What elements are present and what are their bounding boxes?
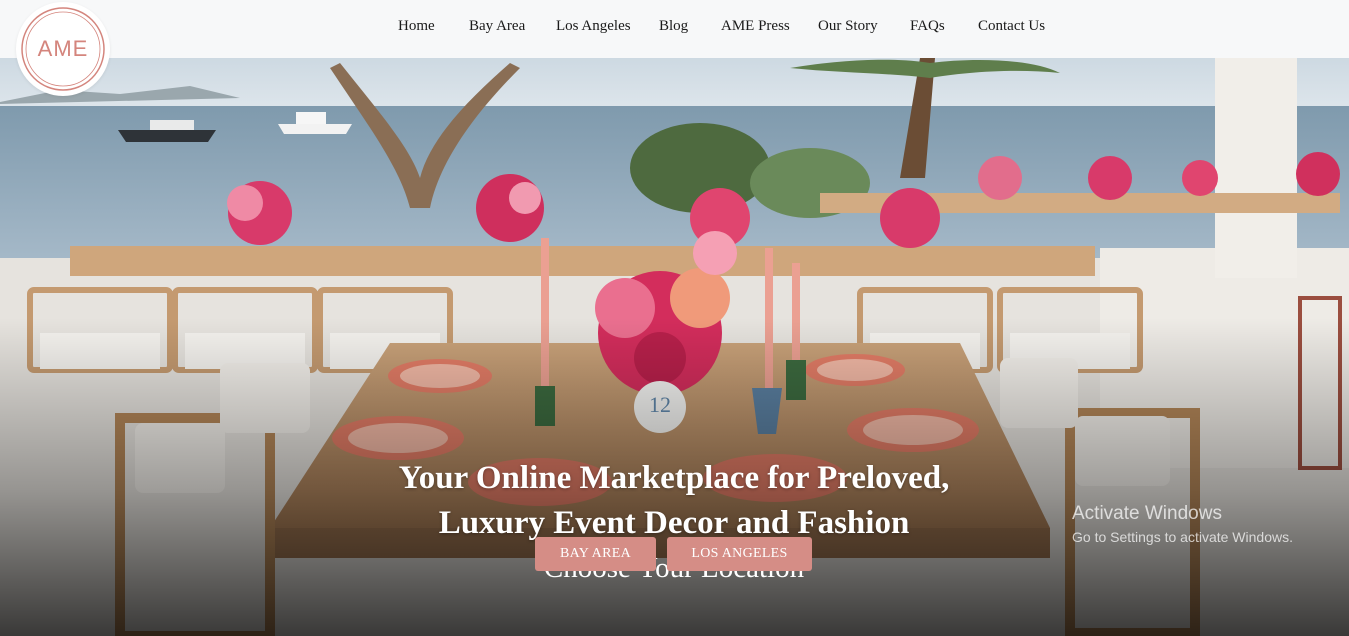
activate-windows-watermark: Activate Windows Go to Settings to activ… bbox=[1072, 502, 1293, 547]
nav-bay-area[interactable]: Bay Area bbox=[469, 18, 525, 35]
nav-los-angeles[interactable]: Los Angeles bbox=[556, 18, 631, 35]
nav-our-story[interactable]: Our Story bbox=[818, 18, 878, 35]
site-header: Home Bay Area Los Angeles Blog AME Press… bbox=[0, 0, 1349, 58]
nav-contact-us[interactable]: Contact Us bbox=[978, 18, 1045, 35]
watermark-subtitle: Go to Settings to activate Windows. bbox=[1072, 529, 1293, 545]
hero-headline: Your Online Marketplace for Preloved, Lu… bbox=[274, 456, 1074, 546]
nav-faqs[interactable]: FAQs bbox=[910, 18, 945, 35]
watermark-title: Activate Windows bbox=[1072, 503, 1222, 524]
bay-area-button[interactable]: BAY AREA bbox=[535, 537, 656, 571]
nav-blog[interactable]: Blog bbox=[659, 18, 688, 35]
site-logo[interactable]: AME bbox=[16, 2, 110, 96]
los-angeles-button[interactable]: LOS ANGELES bbox=[667, 537, 812, 571]
nav-ame-press[interactable]: AME Press bbox=[721, 18, 790, 35]
table-number-card: 12 bbox=[649, 392, 671, 417]
nav-home[interactable]: Home bbox=[398, 18, 435, 35]
hero-headline-line-1: Your Online Marketplace for Preloved, bbox=[398, 460, 950, 496]
logo-text: AME bbox=[37, 36, 89, 61]
main-nav: Home Bay Area Los Angeles Blog AME Press… bbox=[0, 0, 1349, 58]
